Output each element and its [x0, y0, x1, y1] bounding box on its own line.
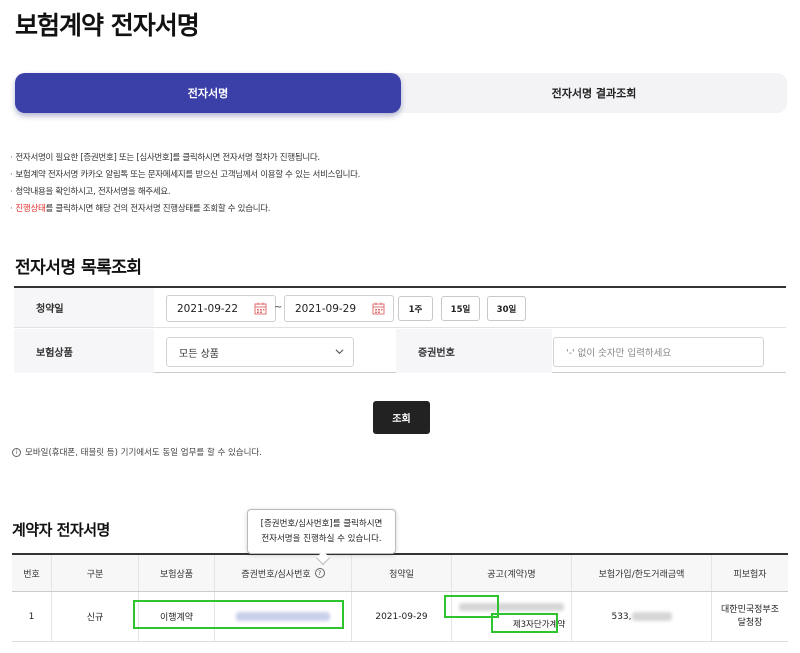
guide-note: · 청약내용을 확인하시고, 전자서명을 해주세요. — [10, 187, 171, 197]
row-type: 신규 — [52, 592, 139, 641]
tab-e-signature[interactable]: 전자서명 — [15, 73, 401, 113]
col-header: 청약일 — [352, 555, 452, 591]
bullet-icon: · — [10, 204, 13, 214]
chevron-down-icon — [335, 349, 344, 355]
search-filter-box: 청약일 2021-09-22 ~ 2021-09-29 1주 15일 30일 보… — [14, 286, 786, 373]
row-insured: 대한민국정부조달청장 — [721, 604, 779, 628]
period-30days-button[interactable]: 30일 — [487, 296, 526, 321]
period-1week-button[interactable]: 1주 — [398, 296, 433, 321]
results-table: 번호 구분 보험상품 증권번호/심사번호 ? 청약일 공고(계약)명 보험가입/… — [12, 553, 788, 642]
col-header: 증권번호/심사번호 ? — [215, 555, 352, 591]
policy-number-tooltip: [증권번호/심사번호]를 클릭하시면 전자서명을 진행하실 수 있습니다. — [247, 509, 396, 554]
tab-bar: 전자서명 전자서명 결과조회 — [15, 73, 787, 113]
product-label: 보험상품 — [14, 329, 154, 373]
policy-number-input[interactable]: '-' 없이 숫자만 입력하세요 — [553, 337, 764, 367]
col-header: 구분 — [52, 555, 139, 591]
filter-row-date: 청약일 2021-09-22 ~ 2021-09-29 1주 15일 30일 — [14, 288, 786, 328]
filter-row-product: 보험상품 모든 상품 증권번호 '-' 없이 숫자만 입력하세요 — [14, 329, 786, 373]
policy-number-label: 증권번호 — [396, 329, 552, 373]
results-section-title: 계약자 전자서명 — [12, 521, 110, 539]
date-label: 청약일 — [14, 288, 154, 327]
date-separator: ~ — [274, 302, 283, 313]
date-from-input[interactable]: 2021-09-22 — [166, 295, 276, 322]
bullet-icon: · — [10, 170, 13, 180]
calendar-icon[interactable] — [254, 302, 267, 315]
mobile-note: i 모바일(휴대폰, 태블릿 등) 기기에서도 동일 업무를 할 수 있습니다. — [12, 446, 262, 458]
bullet-icon: · — [10, 187, 13, 197]
calendar-icon[interactable] — [372, 302, 385, 315]
bullet-icon: · — [10, 153, 13, 163]
table-row: 1 신규 이행계약 2021-09-29 제3자단가계약 533, 대한민국정부… — [12, 592, 788, 642]
highlight-box — [133, 600, 344, 629]
col-header: 보험가입/한도거래금액 — [572, 555, 712, 591]
search-section-title: 전자서명 목록조회 — [15, 258, 142, 278]
guide-note-status: · 진행상태를 클릭하시면 해당 건의 전자서명 진행상태를 조회할 수 있습니다… — [10, 204, 271, 214]
col-header: 피보험자 — [733, 569, 767, 580]
date-to-input[interactable]: 2021-09-29 — [284, 295, 394, 322]
col-header: 보험상품 — [139, 555, 215, 591]
page-title: 보험계약 전자서명 — [15, 11, 200, 40]
guide-note: · 전자서명이 필요한 [증권번호] 또는 [심사번호]를 클릭하시면 전자서명 … — [10, 153, 320, 163]
help-icon[interactable]: ? — [314, 568, 325, 578]
info-icon: i — [12, 447, 21, 457]
row-number: 1 — [12, 592, 52, 641]
product-select[interactable]: 모든 상품 — [166, 337, 354, 367]
search-button[interactable]: 조회 — [373, 401, 430, 434]
table-header: 번호 구분 보험상품 증권번호/심사번호 ? 청약일 공고(계약)명 보험가입/… — [12, 555, 788, 592]
tab-e-signature-results[interactable]: 전자서명 결과조회 — [401, 73, 787, 113]
col-header: 번호 — [12, 555, 52, 591]
row-amount: 533, — [572, 592, 712, 641]
redacted-amount — [631, 612, 672, 621]
col-header: 공고(계약)명 — [452, 555, 572, 591]
row-date: 2021-09-29 — [352, 592, 452, 641]
period-15days-button[interactable]: 15일 — [441, 296, 480, 321]
guide-note: · 보험계약 전자서명 카카오 알림톡 또는 문자메세지를 받으신 고객님께서 이… — [10, 170, 361, 180]
status-keyword: 진행상태 — [15, 204, 46, 214]
highlight-box — [491, 613, 558, 633]
guide-notes: · 전자서명이 필요한 [증권번호] 또는 [심사번호]를 클릭하시면 전자서명 … — [10, 150, 360, 218]
